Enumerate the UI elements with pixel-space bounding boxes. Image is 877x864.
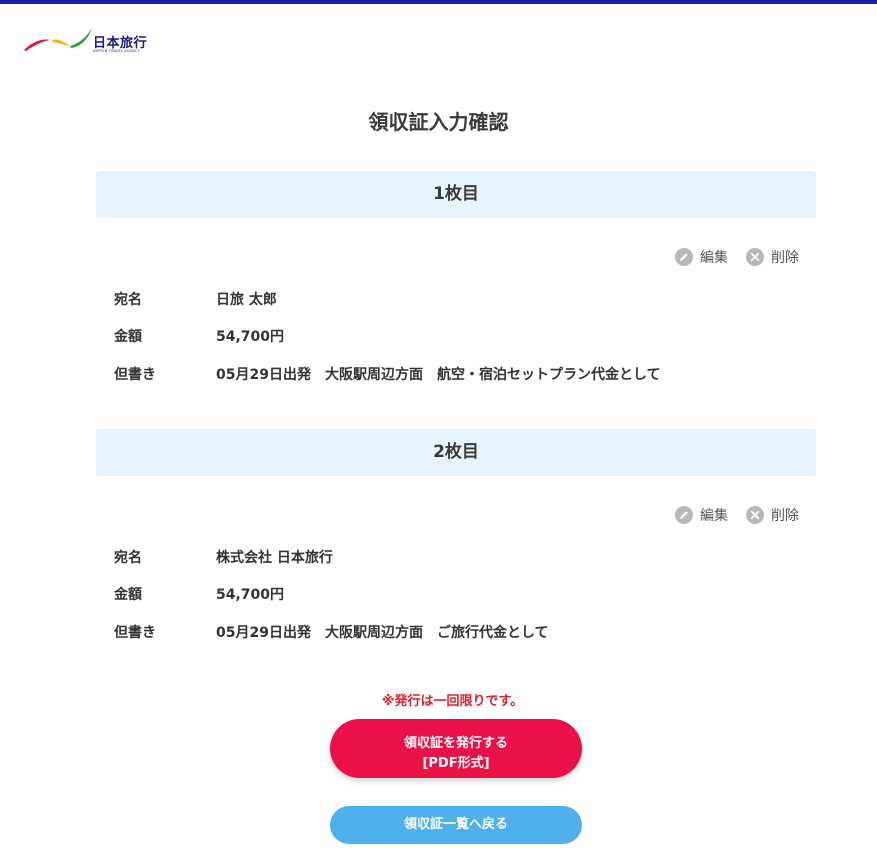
addressee-value: 株式会社 日本旅行 — [216, 550, 333, 566]
delete-label: 削除 — [771, 508, 799, 524]
receipt-1-delete-button[interactable]: 削除 — [746, 247, 799, 267]
close-circle-icon — [746, 248, 764, 266]
receipt-2-delete-button[interactable]: 削除 — [746, 505, 799, 525]
receipt-1-edit-button[interactable]: 編集 — [675, 247, 728, 267]
issue-button-label: 領収証を発行する — [403, 735, 508, 751]
logo-swoosh-icon — [24, 28, 92, 51]
amount-value: 54,700円 — [216, 587, 285, 603]
issue-button-format: [PDF形式] — [422, 755, 490, 771]
pencil-icon — [675, 506, 693, 524]
receipt-2-actions: 編集 削除 — [675, 504, 799, 526]
addressee-value: 日旅 太郎 — [216, 292, 277, 308]
close-circle-icon — [746, 506, 764, 524]
addressee-label: 宛名 — [114, 550, 142, 566]
amount-label: 金額 — [114, 329, 142, 345]
edit-label: 編集 — [700, 508, 728, 524]
edit-label: 編集 — [700, 250, 728, 266]
receipt-1-actions: 編集 削除 — [675, 246, 799, 268]
one-time-notice: ※発行は一回限りです。 — [381, 694, 524, 709]
logo-subtext: NIPPON TRAVEL AGENCY — [93, 49, 141, 53]
top-accent-bar — [0, 0, 877, 4]
amount-value: 54,700円 — [216, 329, 285, 345]
brand-logo[interactable]: 日本旅行 NIPPON TRAVEL AGENCY — [22, 24, 162, 56]
pencil-icon — [675, 248, 693, 266]
back-to-list-button[interactable]: 領収証一覧へ戻る — [330, 806, 582, 844]
receipt-1-heading: 1枚目 — [96, 171, 816, 218]
addressee-label: 宛名 — [114, 292, 142, 308]
delete-label: 削除 — [771, 250, 799, 266]
memo-value: 05月29日出発 大阪駅周辺方面 ご旅行代金として — [216, 625, 549, 641]
memo-label: 但書き — [114, 625, 156, 641]
amount-label: 金額 — [114, 587, 142, 603]
issue-receipt-button[interactable]: 領収証を発行する [PDF形式] — [330, 719, 582, 778]
receipt-2-heading: 2枚目 — [96, 429, 816, 476]
receipt-2-edit-button[interactable]: 編集 — [675, 505, 728, 525]
memo-value: 05月29日出発 大阪駅周辺方面 航空・宿泊セットプラン代金として — [216, 367, 661, 383]
page-title: 領収証入力確認 — [368, 110, 509, 134]
memo-label: 但書き — [114, 367, 156, 383]
